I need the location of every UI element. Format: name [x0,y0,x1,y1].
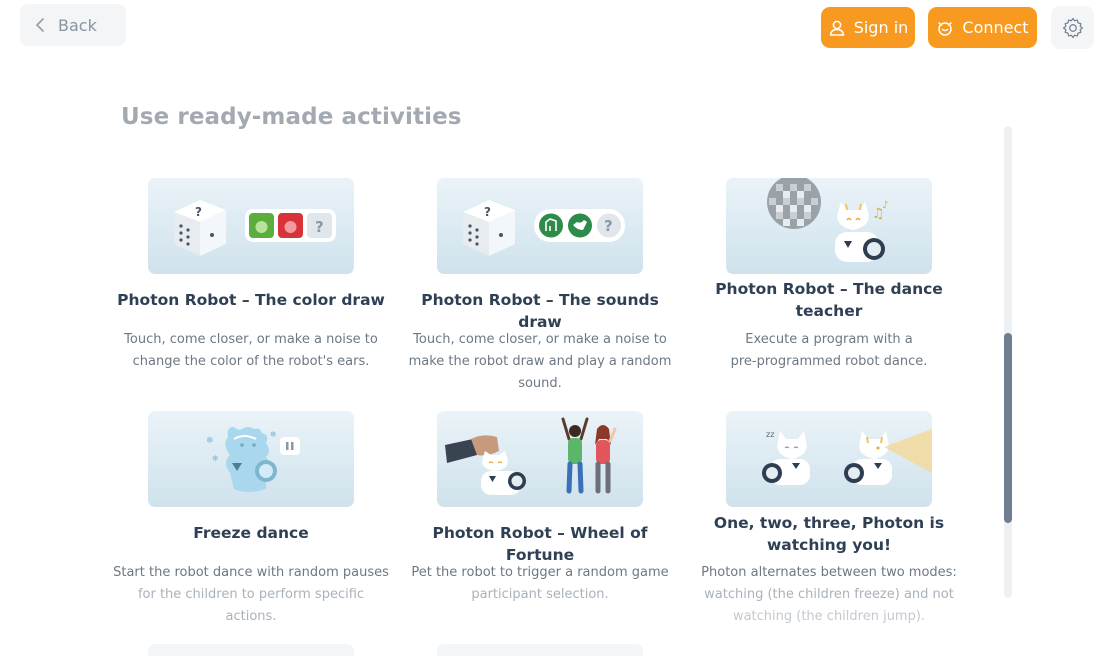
watching-robot-icon: zz [762,429,932,485]
title-line: watching you! [766,536,892,554]
description-line: pre-programmed robot dance. [730,354,928,369]
connect-label: Connect [962,18,1029,37]
description-line: sound. [518,376,562,391]
activity-title: One, two, three, Photon is watching you! [690,512,968,556]
user-icon [829,20,844,36]
activity-description: Pet the robot to trigger a random game p… [401,562,679,606]
dice-color-icon: ? ? [174,200,336,256]
description-line: Touch, come closer, or make a noise to [413,332,667,347]
svg-text:?: ? [315,218,324,236]
section-title: Use ready-made activities [121,104,462,130]
svg-text:♪: ♪ [882,200,888,211]
description-line: change the color of the robot's ears. [132,354,370,369]
activity-description: Touch, come closer, or make a noise to c… [112,329,390,373]
activity-card-dance-teacher[interactable]: ♫ ♪ Photon Robot – The dance teacher Exe… [690,178,968,378]
activity-description: Start the robot dance with random pauses… [112,562,390,628]
description-line: for the children to perform specific act… [137,587,365,624]
activity-image: ❄ ❄ ❄ [148,411,354,507]
activity-card-wheel-of-fortune[interactable]: Photon Robot – Wheel of Fortune Pet the … [401,411,679,611]
activity-image: ? ? [148,178,354,274]
description-line: watching (the children jump). [732,609,926,624]
description-line: participant selection. [471,587,609,602]
svg-text:❄: ❄ [270,430,277,439]
activity-card-sounds-draw[interactable]: ? ? Photon Robot – The sounds draw Touch… [401,178,679,398]
activity-image: zz [726,411,932,507]
activity-description: Touch, come closer, or make a noise to m… [401,329,679,395]
disco-robot-icon: ♫ ♪ [767,178,888,262]
gear-icon [1062,17,1083,38]
description-line: make the robot draw and play a random [408,354,672,369]
activity-title: Photon Robot – The sounds draw [421,291,659,331]
activity-card-color-draw[interactable]: ? ? Photon Robot – The color draw Touch,… [112,178,390,378]
svg-text:❄: ❄ [206,436,214,446]
activity-description: Execute a program with a pre-programmed … [690,329,968,373]
activity-title: Photon Robot – Wheel of Fortune [432,524,648,564]
svg-text:❄: ❄ [212,454,219,463]
svg-text:?: ? [484,205,491,219]
back-button[interactable]: Back [20,4,126,46]
dice-sound-icon: ? ? [463,200,625,256]
settings-button[interactable] [1051,6,1094,49]
description-line: Pet the robot to trigger a random game [411,565,669,580]
scrollbar-thumb[interactable] [1004,333,1012,523]
activity-title: Photon Robot – The color draw [117,291,385,309]
description-line: watching (the children freeze) and not [704,587,954,602]
activity-card-photon-watching[interactable]: zz One, two, three, Photon is watching y… [690,411,968,626]
activity-card-freeze-dance[interactable]: ❄ ❄ ❄ Freeze dance Start the robot dance… [112,411,390,624]
activity-image: ? ? [437,178,643,274]
children-robot-icon [445,417,617,495]
title-line: teacher [795,302,863,320]
chevron-left-icon [36,18,44,32]
sign-in-button[interactable]: Sign in [821,7,915,48]
robot-head-icon [938,21,953,36]
activity-card-next[interactable] [437,644,643,656]
title-line: Photon Robot – The dance [715,280,943,298]
svg-text:?: ? [195,205,202,219]
activity-title: Photon Robot – The dance teacher [690,278,968,322]
activity-description: Photon alternates between two modes: wat… [690,562,968,628]
description-line: Touch, come closer, or make a noise to [124,332,378,347]
description-line: Start the robot dance with random pauses [113,565,389,580]
title-line: One, two, three, Photon is [713,514,945,532]
svg-text:?: ? [604,217,613,235]
description-line: Execute a program with a [745,332,913,347]
back-label: Back [58,15,97,35]
frozen-robot-icon: ❄ ❄ ❄ [206,427,300,492]
connect-button[interactable]: Connect [928,7,1037,48]
activity-image: ♫ ♪ [726,178,932,274]
sign-in-label: Sign in [853,18,909,37]
svg-text:zz: zz [766,430,774,439]
activity-image [437,411,643,507]
activity-card-next[interactable] [148,644,354,656]
description-line: Photon alternates between two modes: [701,565,957,580]
activity-title: Freeze dance [193,524,309,542]
